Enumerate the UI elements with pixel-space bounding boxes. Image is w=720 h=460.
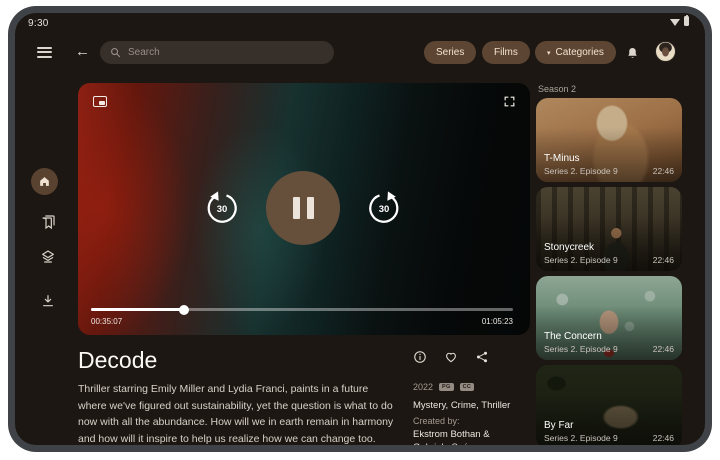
season-label: Season 2: [538, 84, 576, 94]
episode-card[interactable]: The Concern Series 2. Episode 9 22:46: [536, 276, 682, 360]
hamburger-menu-icon[interactable]: [37, 47, 52, 58]
wifi-icon: [670, 19, 680, 26]
caption-badge: CC: [460, 383, 475, 391]
episode-title: Stonycreek: [544, 242, 674, 253]
episode-duration: 22:46: [653, 344, 674, 354]
heart-icon[interactable]: [444, 350, 458, 364]
sidebar-item-home[interactable]: [31, 168, 58, 195]
sidebar-item-subscriptions[interactable]: [40, 249, 56, 265]
episode-duration: 22:46: [653, 166, 674, 176]
picture-in-picture-icon[interactable]: [93, 96, 107, 107]
episode-subtitle: Series 2. Episode 9: [544, 255, 618, 265]
sidebar-item-library[interactable]: [40, 214, 56, 230]
episode-subtitle: Series 2. Episode 9: [544, 344, 618, 354]
episode-card[interactable]: T-Minus Series 2. Episode 9 22:46: [536, 98, 682, 182]
user-avatar[interactable]: [655, 41, 676, 62]
info-icon[interactable]: [413, 350, 427, 364]
notification-bell-icon[interactable]: [625, 45, 640, 62]
rewind-30-button[interactable]: 30: [204, 190, 240, 226]
description-text: Thriller starring Emily Miller and Lydia…: [78, 381, 396, 445]
episode-card[interactable]: Stonycreek Series 2. Episode 9 22:46: [536, 187, 682, 271]
episode-title: By Far: [544, 420, 674, 431]
chip-films[interactable]: Films: [482, 41, 530, 64]
library-icon: [43, 218, 52, 228]
progress-fill: [91, 308, 184, 311]
episode-subtitle: Series 2. Episode 9: [544, 433, 618, 443]
rating-badge: PG: [439, 383, 454, 391]
episode-title: The Concern: [544, 331, 674, 342]
page-title: Decode: [78, 347, 157, 374]
created-by-label: Created by:: [413, 416, 460, 426]
episode-duration: 22:46: [653, 255, 674, 265]
creators-text: Ekstrom Bothan & Gabriela Suárez: [413, 428, 525, 445]
pause-icon: [293, 197, 300, 219]
episode-subtitle: Series 2. Episode 9: [544, 166, 618, 176]
back-arrow-icon[interactable]: ←: [75, 43, 90, 60]
chip-films-label: Films: [494, 47, 518, 58]
release-meta: 2022 PG CC: [413, 382, 474, 392]
sidebar-item-downloads[interactable]: [40, 293, 56, 309]
chip-series[interactable]: Series: [424, 41, 476, 64]
detail-actions: [413, 350, 489, 364]
fullscreen-icon[interactable]: [503, 95, 516, 108]
dropdown-caret-icon: ▾: [547, 49, 551, 57]
search-input[interactable]: Search: [100, 41, 334, 64]
total-time: 01:05:23: [482, 317, 513, 326]
tablet-frame: 9:30 ← Search Series Films ▾ Categories: [8, 6, 712, 452]
forward-30-label: 30: [366, 190, 402, 226]
pause-button[interactable]: [266, 171, 340, 245]
app-screen: 9:30 ← Search Series Films ▾ Categories: [15, 13, 705, 445]
genres-text: Mystery, Crime, Thriller: [413, 400, 510, 411]
progress-bar[interactable]: [91, 304, 513, 314]
battery-icon: [684, 16, 689, 26]
rewind-30-label: 30: [204, 190, 240, 226]
release-year: 2022: [413, 382, 433, 392]
episode-title: T-Minus: [544, 153, 674, 164]
current-time: 00:35:07: [91, 317, 122, 326]
status-bar-time: 9:30: [28, 18, 49, 29]
video-player[interactable]: 30 30 00:35:07 01:05:23: [78, 83, 530, 335]
episode-duration: 22:46: [653, 433, 674, 443]
episode-card[interactable]: By Far Series 2. Episode 9 22:46: [536, 365, 682, 445]
chip-categories[interactable]: ▾ Categories: [535, 41, 616, 64]
chip-series-label: Series: [436, 47, 464, 58]
downloads-icon: [45, 296, 50, 302]
chip-categories-label: Categories: [556, 47, 604, 58]
search-icon: [110, 47, 121, 58]
progress-thumb[interactable]: [179, 305, 189, 315]
home-icon: [38, 175, 51, 188]
subscriptions-icon: [43, 251, 54, 258]
share-icon[interactable]: [475, 350, 489, 364]
search-placeholder: Search: [128, 47, 160, 58]
forward-30-button[interactable]: 30: [366, 190, 402, 226]
